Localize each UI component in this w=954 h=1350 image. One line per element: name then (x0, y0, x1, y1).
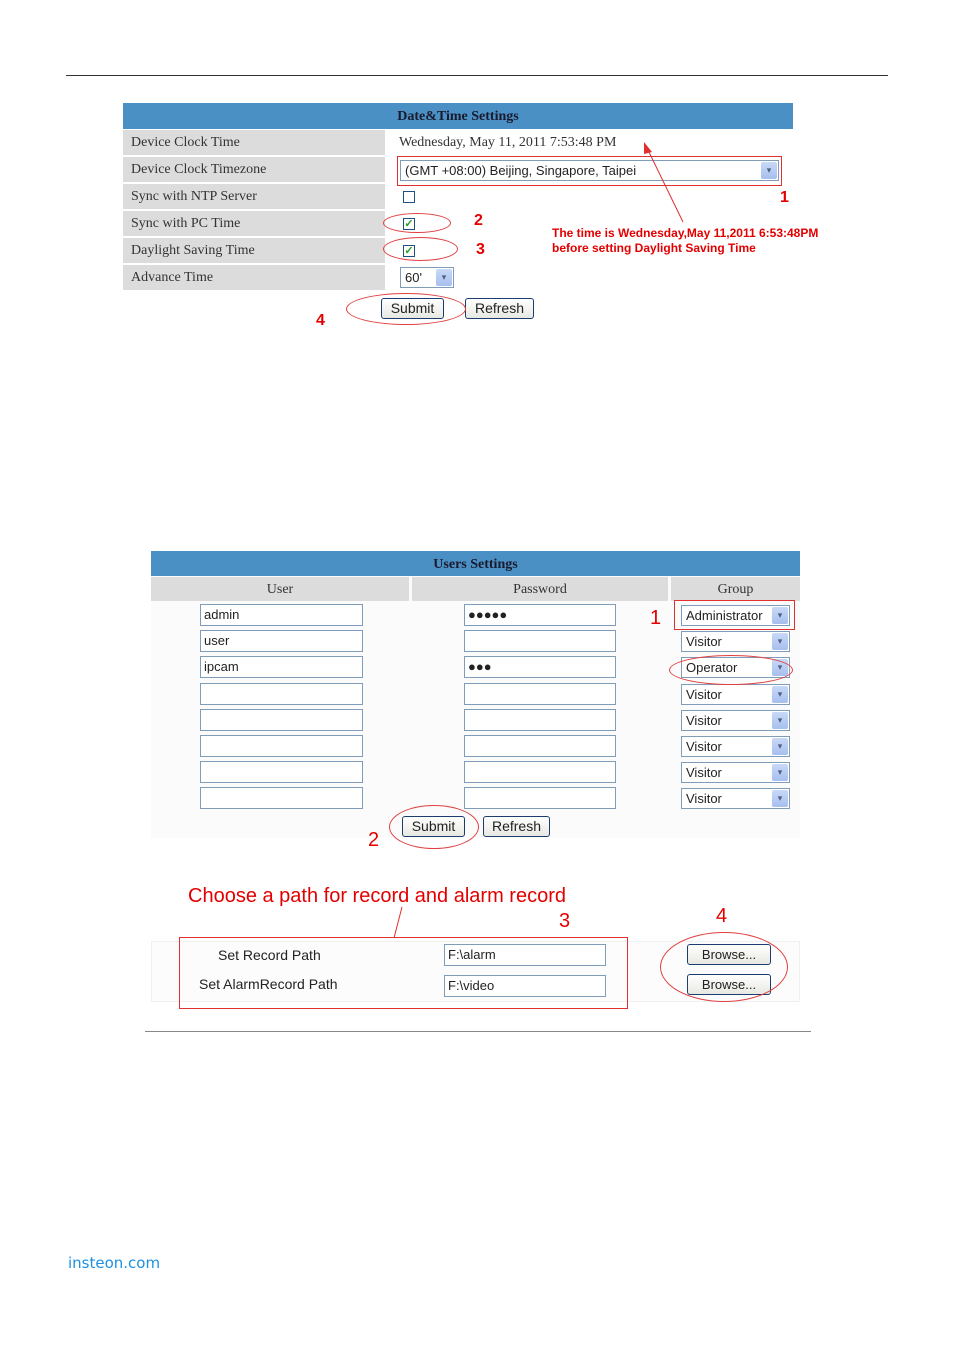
annotation-box-timezone (397, 156, 782, 186)
annotation-note-line2: before setting Daylight Saving Time (552, 241, 756, 255)
user-group-value: Visitor (686, 686, 722, 702)
annotation-marker-3: 3 (476, 241, 485, 258)
chevron-down-icon[interactable]: ▾ (772, 685, 788, 703)
annotation-ellipse-submit (346, 293, 466, 325)
user-password-input[interactable] (464, 787, 616, 810)
user-password-input[interactable] (464, 735, 616, 757)
user-name-input[interactable] (200, 735, 363, 757)
alarmrecord-path-input[interactable]: F:\video (444, 975, 606, 997)
datetime-settings-title: Date&Time Settings (123, 103, 793, 129)
user-group-value: Visitor (686, 791, 722, 807)
annotation-marker-4-browse: 4 (716, 905, 728, 927)
chevron-down-icon[interactable]: ▾ (772, 764, 788, 782)
annotation-arrow (644, 142, 684, 223)
chevron-down-icon[interactable]: ▾ (436, 269, 452, 286)
label-advance-time: Advance Time (123, 265, 385, 290)
advance-time-select[interactable]: 60' ▾ (400, 267, 454, 288)
user-group-value: Visitor (686, 712, 722, 728)
user-password-input[interactable] (464, 630, 616, 653)
label-set-alarmrecord-path: Set AlarmRecord Path (199, 976, 338, 992)
column-header-password: Password (412, 577, 668, 601)
user-group-select[interactable]: Visitor ▾ (681, 736, 790, 757)
user-group-value: Visitor (686, 739, 722, 754)
user-name-input[interactable]: admin (200, 604, 363, 626)
annotation-ellipse-users-submit (389, 805, 479, 849)
annotation-marker-1: 1 (780, 189, 789, 206)
annotation-marker-2: 2 (474, 212, 483, 229)
annotation-ellipse-sync-pc (383, 213, 451, 233)
user-name-input[interactable] (200, 787, 363, 810)
row-sync-ntp: Sync with NTP Server (123, 183, 793, 210)
user-group-select[interactable]: Visitor ▾ (681, 683, 790, 705)
annotation-marker-users-1: 1 (650, 607, 662, 629)
value-device-clock-time: Wednesday, May 11, 2011 7:53:48 PM (399, 135, 617, 150)
datetime-refresh-button[interactable]: Refresh (465, 298, 534, 319)
column-header-user: User (151, 577, 409, 601)
user-group-select[interactable]: Visitor ▾ (681, 709, 790, 731)
user-name-input[interactable] (200, 708, 363, 731)
user-group-value: Visitor (686, 765, 722, 781)
sync-ntp-checkbox[interactable] (403, 191, 415, 203)
annotation-note-line1: The time is Wednesday,May 11,2011 6:53:4… (552, 226, 819, 240)
user-name-input[interactable]: ipcam (200, 656, 363, 679)
user-name-input[interactable]: user (200, 630, 363, 653)
label-set-record-path: Set Record Path (218, 947, 321, 963)
label-device-clock-time: Device Clock Time (123, 130, 385, 155)
annotation-marker-users-2: 2 (368, 829, 380, 851)
label-daylight-saving: Daylight Saving Time (123, 238, 385, 263)
row-device-clock-time: Device Clock Time Wednesday, May 11, 201… (123, 129, 793, 156)
row-advance-time: Advance Time 60' ▾ (123, 264, 793, 291)
annotation-marker-3-path: 3 (559, 910, 571, 932)
chevron-down-icon[interactable]: ▾ (772, 711, 788, 729)
user-password-input[interactable] (464, 708, 616, 731)
footer-rule (145, 1031, 811, 1032)
annotation-ellipse-daylight (383, 237, 458, 261)
record-path-input[interactable]: F:\alarm (444, 944, 606, 966)
user-password-input[interactable]: ●●● (464, 656, 616, 679)
user-password-input[interactable]: ●●●●● (464, 604, 616, 626)
annotation-ellipse-operator (669, 655, 793, 685)
chevron-down-icon[interactable]: ▾ (772, 633, 788, 651)
annotation-pointer-line (393, 906, 403, 939)
column-header-group: Group (671, 577, 800, 601)
user-group-select[interactable]: Visitor ▾ (681, 631, 790, 653)
user-group-value: Visitor (686, 634, 722, 650)
label-sync-pc-time: Sync with PC Time (123, 211, 385, 236)
annotation-marker-4: 4 (316, 312, 325, 329)
advance-time-value: 60' (405, 270, 422, 285)
header-rule (66, 75, 888, 76)
datetime-settings-panel: Date&Time Settings Device Clock Time Wed… (123, 103, 793, 291)
user-name-input[interactable] (200, 761, 363, 784)
user-password-input[interactable] (464, 682, 616, 705)
chevron-down-icon[interactable]: ▾ (772, 790, 788, 808)
user-name-input[interactable] (200, 682, 363, 705)
record-path-heading: Choose a path for record and alarm recor… (188, 885, 566, 907)
footer-website-link[interactable]: insteon.com (68, 1254, 160, 1272)
user-group-select[interactable]: Visitor ▾ (681, 762, 790, 784)
user-password-input[interactable] (464, 761, 616, 784)
user-group-select[interactable]: Visitor ▾ (681, 788, 790, 810)
users-settings-title: Users Settings (151, 551, 800, 576)
chevron-down-icon[interactable]: ▾ (772, 738, 788, 755)
users-refresh-button[interactable]: Refresh (483, 816, 550, 837)
annotation-box-group (674, 600, 795, 630)
label-sync-ntp: Sync with NTP Server (123, 184, 385, 209)
label-device-clock-timezone: Device Clock Timezone (123, 157, 385, 182)
annotation-ellipse-browse (660, 932, 788, 1002)
